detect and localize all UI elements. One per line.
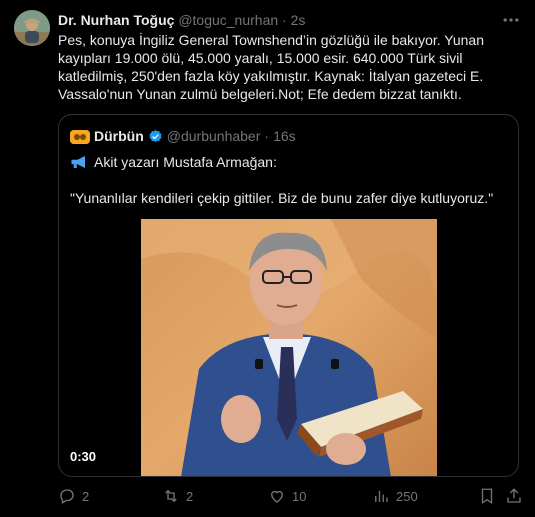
share-icon[interactable] (505, 487, 523, 505)
quoted-author-handle[interactable]: @durbunhaber (167, 128, 261, 145)
repost-count: 2 (186, 488, 194, 504)
like-count: 10 (292, 488, 307, 504)
quoted-tweet[interactable]: Dürbün @durbunhaber · 16s Akit yazarı Mu… (58, 114, 519, 477)
quoted-quote-text: "Yunanlılar kendileri çekip gittiler. Bi… (70, 190, 494, 206)
author-avatar[interactable] (14, 10, 50, 46)
tweet-text: Pes, konuya İngiliz General Townshend’in… (58, 31, 523, 103)
reply-button[interactable]: 2 (58, 487, 89, 505)
heart-icon (271, 490, 283, 503)
megaphone-icon (71, 156, 85, 168)
tweet-time[interactable]: 2s (291, 12, 306, 28)
video-thumbnail[interactable] (141, 219, 437, 476)
separator-dot: · (282, 12, 287, 28)
reply-icon (60, 489, 74, 504)
tweet-header: Dr. Nurhan Toğuç @toguc_nurhan · 2s (58, 12, 495, 29)
reply-count: 2 (82, 488, 90, 504)
quoted-tweet-header: Dürbün @durbunhaber · 16s (70, 128, 296, 145)
action-bar: 2 2 10 250 (58, 487, 523, 509)
video-duration: 0:30 (70, 449, 97, 464)
repost-icon (165, 489, 177, 503)
quoted-author-avatar (70, 129, 90, 144)
separator-dot: · (264, 128, 270, 144)
verified-badge-icon (149, 129, 162, 143)
views-button[interactable]: 250 (372, 487, 418, 505)
bookmark-icon[interactable] (478, 487, 496, 505)
tweet-text-line: Vassalo'nun Yunan zulmü belgeleri.Not; E… (58, 86, 462, 102)
quoted-tweet-time[interactable]: 16s (273, 128, 296, 145)
author-name[interactable]: Dr. Nurhan Toğuç (58, 12, 174, 28)
repost-button[interactable]: 2 (162, 487, 193, 505)
quoted-line1-text: Akit yazarı Mustafa Armağan: (94, 154, 277, 170)
views-icon (375, 490, 388, 502)
quoted-author-name[interactable]: Dürbün (94, 128, 144, 145)
author-handle[interactable]: @toguc_nurhan (178, 12, 278, 28)
quoted-text-line: Akit yazarı Mustafa Armağan: (70, 153, 277, 171)
more-icon[interactable] (501, 10, 521, 30)
tweet-text-line: kayıpları 19.000 ölü, 45.000 yaralı, 15.… (58, 50, 463, 66)
like-button[interactable]: 10 (268, 487, 306, 505)
tweet-text-line: katledilmiş, 250'den fazla köy yakılmışt… (58, 68, 484, 84)
views-count: 250 (396, 488, 418, 504)
tweet-text-line: Pes, konuya İngiliz General Townshend’in… (58, 32, 484, 48)
